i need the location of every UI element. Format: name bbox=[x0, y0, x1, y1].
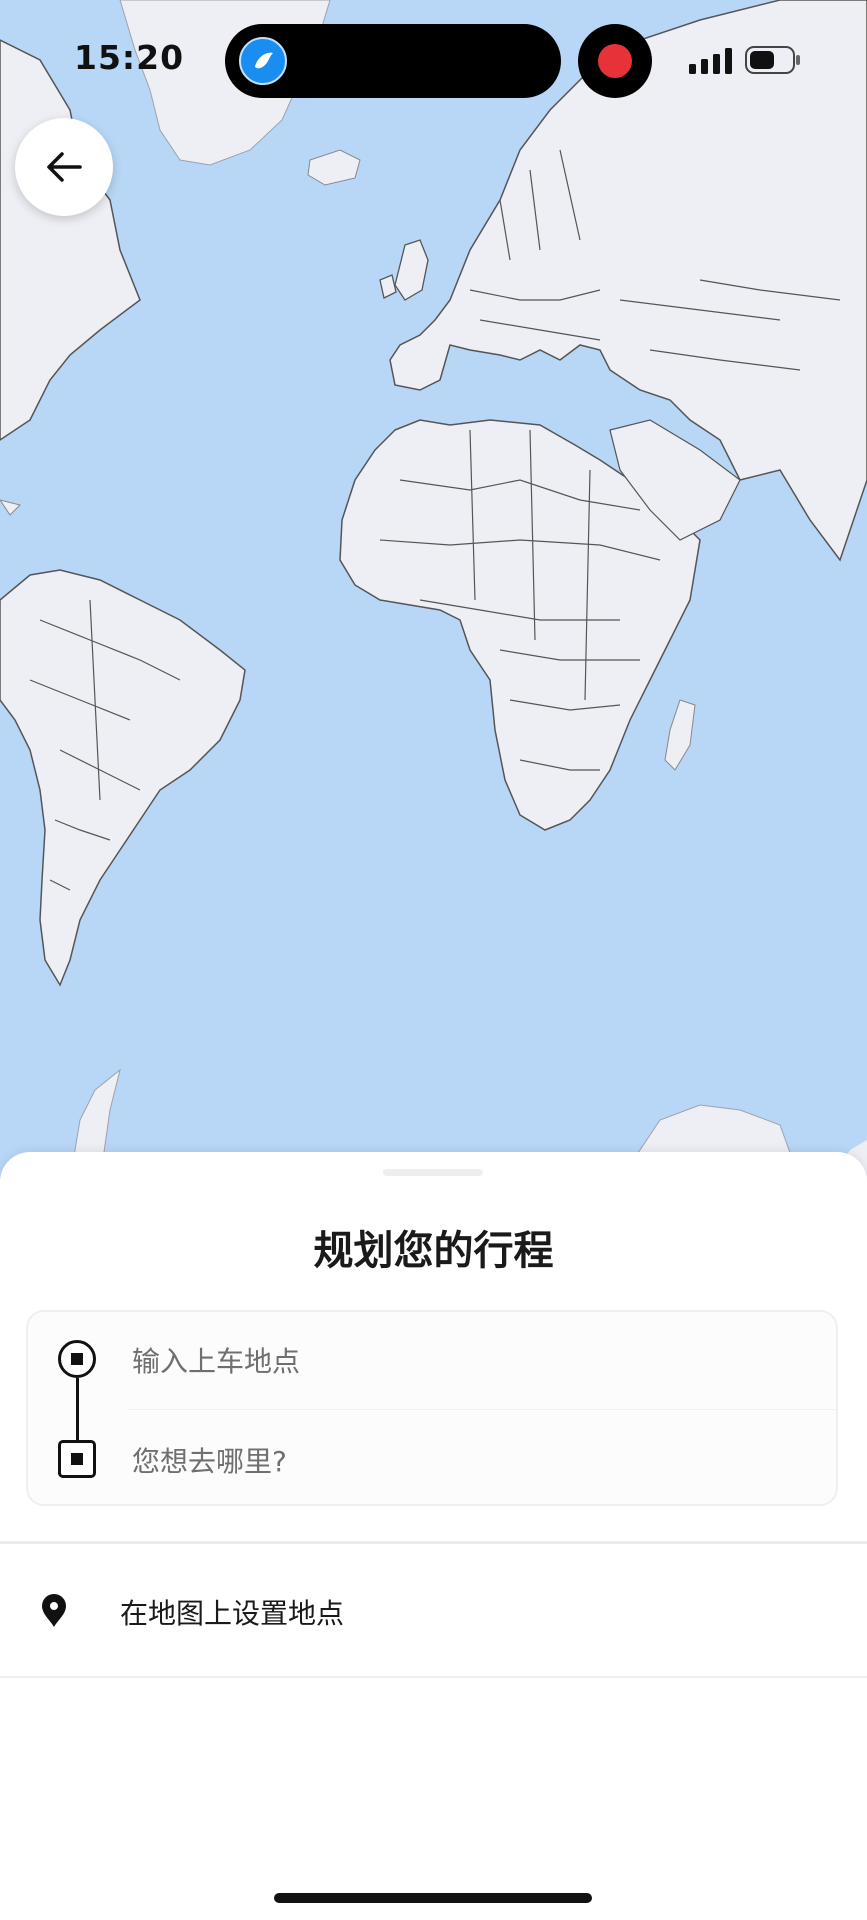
drag-handle[interactable] bbox=[383, 1169, 483, 1176]
cellular-signal-icon bbox=[689, 48, 732, 74]
screen: 15:20 规划您的行程 输入上车地点 您想去哪里? 在地图上设置地点 bbox=[0, 0, 867, 1920]
set-location-on-map-row[interactable]: 在地图上设置地点 bbox=[0, 1544, 867, 1676]
screen-record-icon bbox=[598, 44, 632, 78]
pickup-marker-icon bbox=[58, 1340, 96, 1378]
status-bar: 15:20 bbox=[0, 0, 867, 120]
route-card bbox=[26, 1310, 838, 1506]
arrow-left-icon bbox=[47, 152, 82, 182]
home-indicator[interactable] bbox=[274, 1893, 592, 1903]
pickup-location-input[interactable] bbox=[128, 1326, 836, 1396]
map-pin-icon bbox=[42, 1594, 66, 1627]
back-button[interactable] bbox=[15, 118, 113, 216]
row-divider bbox=[0, 1676, 867, 1678]
dynamic-island[interactable] bbox=[225, 24, 561, 98]
trip-planner-sheet: 规划您的行程 在地图上设置地点 bbox=[0, 1152, 867, 1920]
world-map[interactable] bbox=[0, 0, 867, 1180]
card-divider bbox=[128, 1409, 836, 1410]
set-on-map-label: 在地图上设置地点 bbox=[120, 1597, 345, 1630]
sheet-title: 规划您的行程 bbox=[313, 1228, 554, 1274]
battery-icon bbox=[745, 46, 800, 74]
status-time: 15:20 bbox=[74, 38, 185, 77]
destination-input[interactable] bbox=[128, 1426, 836, 1496]
route-connector-line bbox=[76, 1378, 79, 1440]
dropoff-marker-icon bbox=[58, 1440, 96, 1478]
app-icon[interactable] bbox=[239, 37, 287, 85]
screen-record-indicator[interactable] bbox=[578, 24, 652, 98]
